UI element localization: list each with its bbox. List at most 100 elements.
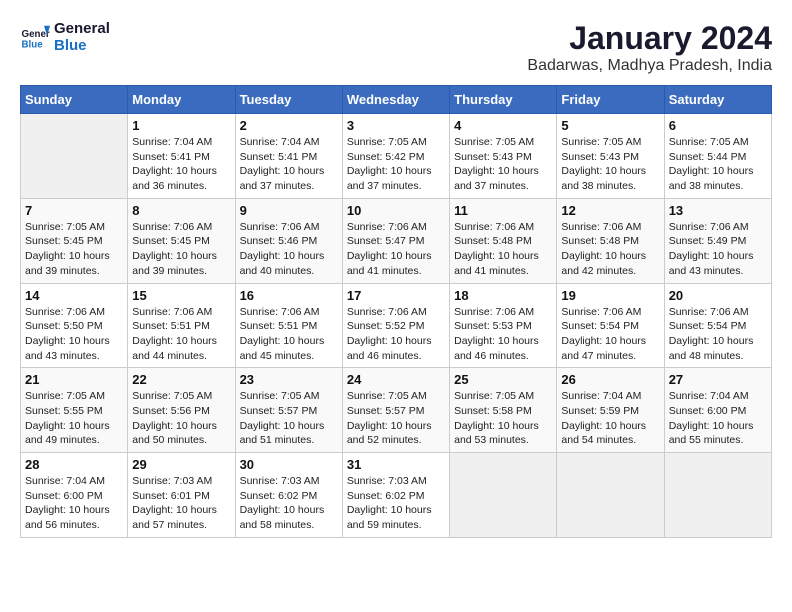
calendar-cell: 5Sunrise: 7:05 AM Sunset: 5:43 PM Daylig… <box>557 114 664 199</box>
title-block: January 2024 Badarwas, Madhya Pradesh, I… <box>527 20 772 75</box>
day-number: 4 <box>454 118 552 133</box>
day-number: 30 <box>240 457 338 472</box>
day-number: 7 <box>25 203 123 218</box>
day-number: 16 <box>240 288 338 303</box>
calendar-cell: 10Sunrise: 7:06 AM Sunset: 5:47 PM Dayli… <box>342 198 449 283</box>
day-info: Sunrise: 7:06 AM Sunset: 5:49 PM Dayligh… <box>669 220 767 279</box>
day-info: Sunrise: 7:06 AM Sunset: 5:48 PM Dayligh… <box>454 220 552 279</box>
calendar-week-2: 14 Sunrise: 7:06 AM Sunset: 5:50 PM Dayli… <box>21 283 772 368</box>
calendar-cell: 4 Sunrise: 7:05 AM Sunset: 5:43 PM Daylig… <box>450 114 557 199</box>
day-info: Sunrise: 7:06 AM Sunset: 5:48 PM Dayligh… <box>561 220 659 279</box>
calendar-cell: 8Sunrise: 7:06 AM Sunset: 5:45 PM Daylig… <box>128 198 235 283</box>
day-info: Sunrise: 7:05 AM Sunset: 5:44 PM Dayligh… <box>669 135 767 194</box>
calendar-cell: 17 Sunrise: 7:06 AM Sunset: 5:52 PM Dayli… <box>342 283 449 368</box>
day-info: Sunrise: 7:05 AM Sunset: 5:58 PM Dayligh… <box>454 389 552 448</box>
day-number: 23 <box>240 372 338 387</box>
day-number: 21 <box>25 372 123 387</box>
day-info: Sunrise: 7:06 AM Sunset: 5:51 PM Dayligh… <box>240 305 338 364</box>
day-number: 26 <box>561 372 659 387</box>
day-info: Sunrise: 7:03 AM Sunset: 6:02 PM Dayligh… <box>240 474 338 533</box>
day-info: Sunrise: 7:03 AM Sunset: 6:02 PM Dayligh… <box>347 474 445 533</box>
calendar-cell: 21 Sunrise: 7:05 AM Sunset: 5:55 PM Dayli… <box>21 368 128 453</box>
calendar-cell: 7Sunrise: 7:05 AM Sunset: 5:45 PM Daylig… <box>21 198 128 283</box>
calendar-cell <box>664 453 771 538</box>
logo-line2: Blue <box>54 37 110 54</box>
day-info: Sunrise: 7:06 AM Sunset: 5:46 PM Dayligh… <box>240 220 338 279</box>
day-number: 28 <box>25 457 123 472</box>
calendar-header-saturday: Saturday <box>664 86 771 114</box>
page-title: January 2024 <box>527 20 772 57</box>
day-info: Sunrise: 7:06 AM Sunset: 5:52 PM Dayligh… <box>347 305 445 364</box>
calendar-cell: 13 Sunrise: 7:06 AM Sunset: 5:49 PM Dayli… <box>664 198 771 283</box>
day-info: Sunrise: 7:04 AM Sunset: 5:41 PM Dayligh… <box>132 135 230 194</box>
calendar-cell: 29 Sunrise: 7:03 AM Sunset: 6:01 PM Dayli… <box>128 453 235 538</box>
logo: General Blue General Blue <box>20 20 110 54</box>
day-number: 9 <box>240 203 338 218</box>
day-info: Sunrise: 7:06 AM Sunset: 5:51 PM Dayligh… <box>132 305 230 364</box>
calendar-cell <box>450 453 557 538</box>
day-number: 19 <box>561 288 659 303</box>
day-info: Sunrise: 7:06 AM Sunset: 5:53 PM Dayligh… <box>454 305 552 364</box>
calendar-cell: 9 Sunrise: 7:06 AM Sunset: 5:46 PM Daylig… <box>235 198 342 283</box>
calendar-cell: 24 Sunrise: 7:05 AM Sunset: 5:57 PM Dayli… <box>342 368 449 453</box>
day-number: 31 <box>347 457 445 472</box>
day-number: 14 <box>25 288 123 303</box>
day-number: 8 <box>132 203 230 218</box>
day-number: 17 <box>347 288 445 303</box>
day-info: Sunrise: 7:06 AM Sunset: 5:54 PM Dayligh… <box>561 305 659 364</box>
day-info: Sunrise: 7:03 AM Sunset: 6:01 PM Dayligh… <box>132 474 230 533</box>
day-info: Sunrise: 7:05 AM Sunset: 5:43 PM Dayligh… <box>454 135 552 194</box>
day-number: 22 <box>132 372 230 387</box>
day-info: Sunrise: 7:06 AM Sunset: 5:54 PM Dayligh… <box>669 305 767 364</box>
day-number: 15 <box>132 288 230 303</box>
page-subtitle: Badarwas, Madhya Pradesh, India <box>527 57 772 75</box>
calendar-header-friday: Friday <box>557 86 664 114</box>
calendar-cell <box>557 453 664 538</box>
calendar-header-sunday: Sunday <box>21 86 128 114</box>
calendar-cell: 6 Sunrise: 7:05 AM Sunset: 5:44 PM Daylig… <box>664 114 771 199</box>
calendar-cell: 16 Sunrise: 7:06 AM Sunset: 5:51 PM Dayli… <box>235 283 342 368</box>
day-number: 3 <box>347 118 445 133</box>
day-info: Sunrise: 7:04 AM Sunset: 6:00 PM Dayligh… <box>669 389 767 448</box>
day-number: 6 <box>669 118 767 133</box>
calendar-week-0: 1 Sunrise: 7:04 AM Sunset: 5:41 PM Daylig… <box>21 114 772 199</box>
calendar-cell: 23 Sunrise: 7:05 AM Sunset: 5:57 PM Dayli… <box>235 368 342 453</box>
day-info: Sunrise: 7:05 AM Sunset: 5:57 PM Dayligh… <box>240 389 338 448</box>
calendar-cell: 2Sunrise: 7:04 AM Sunset: 5:41 PM Daylig… <box>235 114 342 199</box>
day-number: 12 <box>561 203 659 218</box>
calendar-cell: 19 Sunrise: 7:06 AM Sunset: 5:54 PM Dayli… <box>557 283 664 368</box>
svg-text:Blue: Blue <box>22 40 44 51</box>
calendar-cell: 20 Sunrise: 7:06 AM Sunset: 5:54 PM Dayli… <box>664 283 771 368</box>
day-number: 29 <box>132 457 230 472</box>
calendar-cell: 30 Sunrise: 7:03 AM Sunset: 6:02 PM Dayli… <box>235 453 342 538</box>
calendar-cell: 1 Sunrise: 7:04 AM Sunset: 5:41 PM Daylig… <box>128 114 235 199</box>
calendar-cell: 26 Sunrise: 7:04 AM Sunset: 5:59 PM Dayli… <box>557 368 664 453</box>
calendar-header: SundayMondayTuesdayWednesdayThursdayFrid… <box>21 86 772 114</box>
calendar-cell: 14 Sunrise: 7:06 AM Sunset: 5:50 PM Dayli… <box>21 283 128 368</box>
day-info: Sunrise: 7:05 AM Sunset: 5:57 PM Dayligh… <box>347 389 445 448</box>
calendar-cell: 22 Sunrise: 7:05 AM Sunset: 5:56 PM Dayli… <box>128 368 235 453</box>
day-info: Sunrise: 7:05 AM Sunset: 5:55 PM Dayligh… <box>25 389 123 448</box>
calendar-table: SundayMondayTuesdayWednesdayThursdayFrid… <box>20 85 772 538</box>
calendar-cell: 18 Sunrise: 7:06 AM Sunset: 5:53 PM Dayli… <box>450 283 557 368</box>
page-header: General Blue General Blue January 2024 B… <box>20 20 772 75</box>
calendar-cell: 28Sunrise: 7:04 AM Sunset: 6:00 PM Dayli… <box>21 453 128 538</box>
day-number: 2 <box>240 118 338 133</box>
day-number: 18 <box>454 288 552 303</box>
calendar-cell: 3Sunrise: 7:05 AM Sunset: 5:42 PM Daylig… <box>342 114 449 199</box>
calendar-cell: 31 Sunrise: 7:03 AM Sunset: 6:02 PM Dayli… <box>342 453 449 538</box>
calendar-cell <box>21 114 128 199</box>
day-info: Sunrise: 7:04 AM Sunset: 5:59 PM Dayligh… <box>561 389 659 448</box>
day-info: Sunrise: 7:06 AM Sunset: 5:50 PM Dayligh… <box>25 305 123 364</box>
day-number: 11 <box>454 203 552 218</box>
calendar-week-1: 7Sunrise: 7:05 AM Sunset: 5:45 PM Daylig… <box>21 198 772 283</box>
day-number: 20 <box>669 288 767 303</box>
calendar-week-4: 28Sunrise: 7:04 AM Sunset: 6:00 PM Dayli… <box>21 453 772 538</box>
day-info: Sunrise: 7:05 AM Sunset: 5:56 PM Dayligh… <box>132 389 230 448</box>
day-number: 24 <box>347 372 445 387</box>
day-number: 13 <box>669 203 767 218</box>
day-number: 1 <box>132 118 230 133</box>
calendar-cell: 15 Sunrise: 7:06 AM Sunset: 5:51 PM Dayli… <box>128 283 235 368</box>
logo-line1: General <box>54 20 110 37</box>
calendar-header-wednesday: Wednesday <box>342 86 449 114</box>
